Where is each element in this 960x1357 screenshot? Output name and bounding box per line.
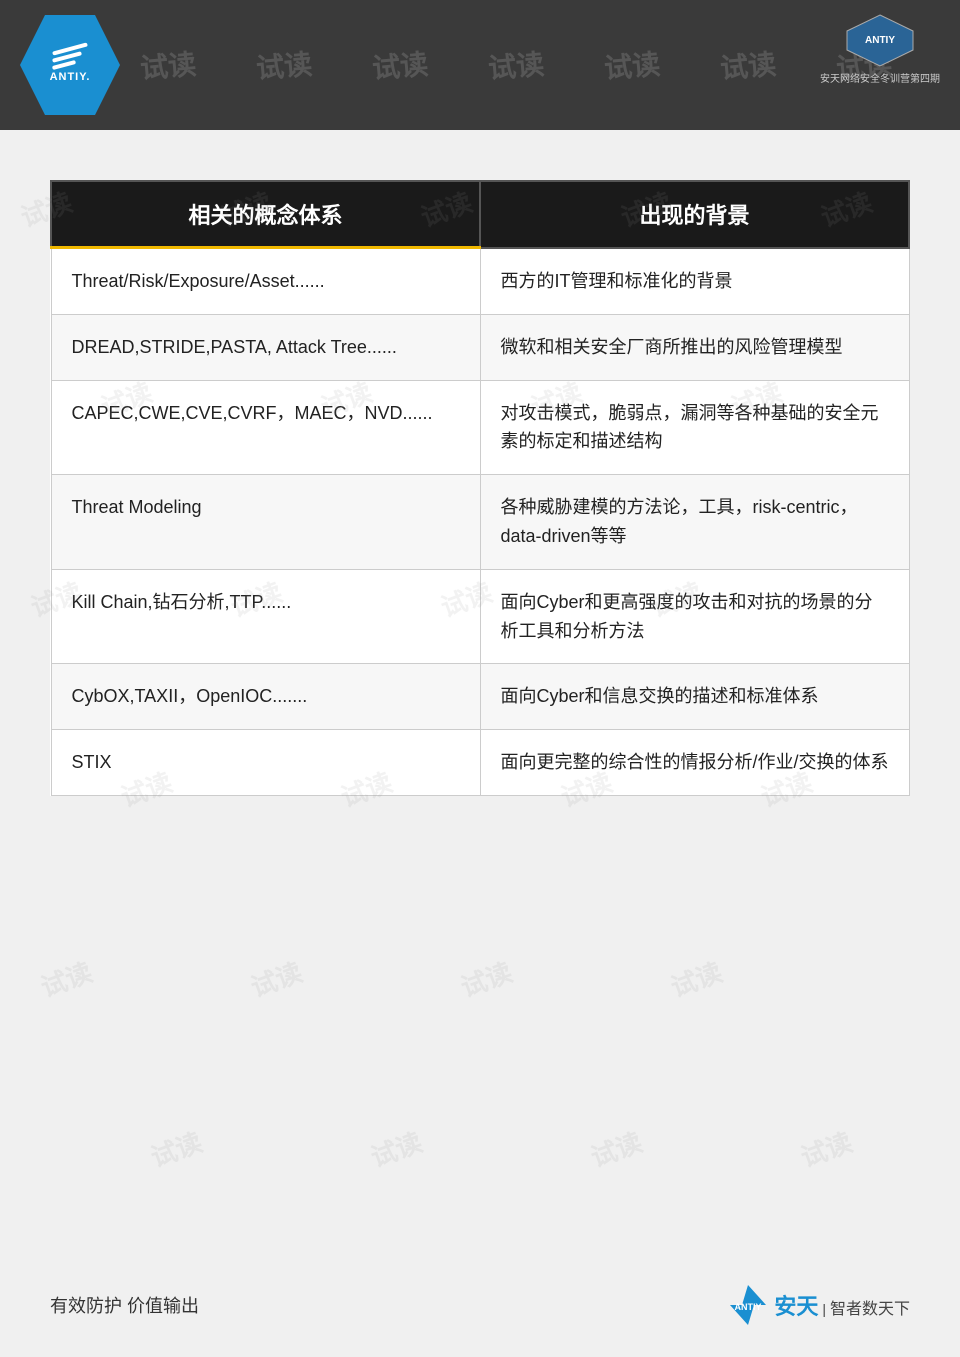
svg-text:ANTIY: ANTIY (735, 1302, 762, 1312)
table-cell-left: STIX (51, 730, 480, 796)
table-cell-right: 对攻击模式，脆弱点，漏洞等各种基础的安全元素的标定和描述结构 (480, 380, 909, 475)
body-wm-19: 试读 (245, 952, 307, 1005)
body-wm-25: 试读 (795, 1122, 857, 1175)
body-wm-18: 试读 (35, 952, 97, 1005)
table-row: Threat/Risk/Exposure/Asset...... 西方的IT管理… (51, 248, 909, 315)
table-row: Threat Modeling 各种威胁建模的方法论，工具，risk-centr… (51, 475, 909, 570)
data-table: 相关的概念体系 出现的背景 Threat/Risk/Exposure/Asset… (50, 180, 910, 796)
col2-header: 出现的背景 (480, 181, 909, 248)
table-row: CybOX,TAXII，OpenIOC....... 面向Cyber和信息交换的… (51, 664, 909, 730)
footer-tagline: 有效防护 价值输出 (50, 1292, 199, 1318)
svg-text:ANTIY: ANTIY (865, 35, 895, 46)
table-cell-right: 面向Cyber和信息交换的描述和标准体系 (480, 664, 909, 730)
body-wm-23: 试读 (365, 1122, 427, 1175)
body-wm-21: 试读 (665, 952, 727, 1005)
body-wm-20: 试读 (455, 952, 517, 1005)
footer-logo-labels: 安天 | 智者数天下 (774, 1289, 910, 1321)
logo-lines (52, 47, 88, 67)
footer-logo-sub: | (822, 1301, 826, 1317)
logo: ANTIY. (20, 15, 120, 115)
table-cell-right: 微软和相关安全厂商所推出的风险管理模型 (480, 314, 909, 380)
table-cell-left: Kill Chain,钻石分析,TTP...... (51, 569, 480, 664)
table-row: DREAD,STRIDE,PASTA, Attack Tree...... 微软… (51, 314, 909, 380)
header-wm-3: 试读 (370, 43, 429, 88)
header-wm-4: 试读 (486, 43, 545, 88)
table-cell-right: 各种威胁建模的方法论，工具，risk-centric，data-driven等等 (480, 475, 909, 570)
table-body: Threat/Risk/Exposure/Asset...... 西方的IT管理… (51, 248, 909, 796)
col1-header: 相关的概念体系 (51, 181, 480, 248)
header-right: ANTIY 安天网络安全冬训营第四期 (820, 10, 940, 85)
logo-text: ANTIY. (50, 71, 91, 83)
table-row: STIX 面向更完整的综合性的情报分析/作业/交换的体系 (51, 730, 909, 796)
table-cell-right: 面向更完整的综合性的情报分析/作业/交换的体系 (480, 730, 909, 796)
header-wm-1: 试读 (138, 43, 197, 88)
table-cell-right: 面向Cyber和更高强度的攻击和对抗的场景的分析工具和分析方法 (480, 569, 909, 664)
table-header-row: 相关的概念体系 出现的背景 (51, 181, 909, 248)
body-wm-24: 试读 (585, 1122, 647, 1175)
footer-logo-icon: ANTIY (726, 1283, 770, 1327)
table-cell-left: Threat/Risk/Exposure/Asset...... (51, 248, 480, 315)
table-row: CAPEC,CWE,CVE,CVRF，MAEC，NVD...... 对攻击模式，… (51, 380, 909, 475)
table-cell-right: 西方的IT管理和标准化的背景 (480, 248, 909, 315)
main-content: 相关的概念体系 出现的背景 Threat/Risk/Exposure/Asset… (0, 130, 960, 836)
header-wm-2: 试读 (254, 43, 313, 88)
header-wm-6: 试读 (718, 43, 777, 88)
footer-logo: ANTIY 安天 | 智者数天下 (726, 1283, 910, 1327)
header: ANTIY. 试读 试读 试读 试读 试读 试读 试读 ANTIY 安天网络安全… (0, 0, 960, 130)
table-cell-left: CybOX,TAXII，OpenIOC....... (51, 664, 480, 730)
header-brand-text: 安天网络安全冬训营第四期 (820, 70, 940, 85)
footer-logo-main: 安天 (774, 1289, 818, 1321)
table-cell-left: DREAD,STRIDE,PASTA, Attack Tree...... (51, 314, 480, 380)
footer-logo-subtitle: 智者数天下 (830, 1295, 910, 1319)
table-cell-left: CAPEC,CWE,CVE,CVRF，MAEC，NVD...... (51, 380, 480, 475)
table-row: Kill Chain,钻石分析,TTP...... 面向Cyber和更高强度的攻… (51, 569, 909, 664)
body-wm-22: 试读 (145, 1122, 207, 1175)
table-cell-left: Threat Modeling (51, 475, 480, 570)
brand-logo: ANTIY (840, 10, 920, 70)
footer: 有效防护 价值输出 ANTIY 安天 | 智者数天下 (0, 1283, 960, 1327)
header-wm-5: 试读 (602, 43, 661, 88)
